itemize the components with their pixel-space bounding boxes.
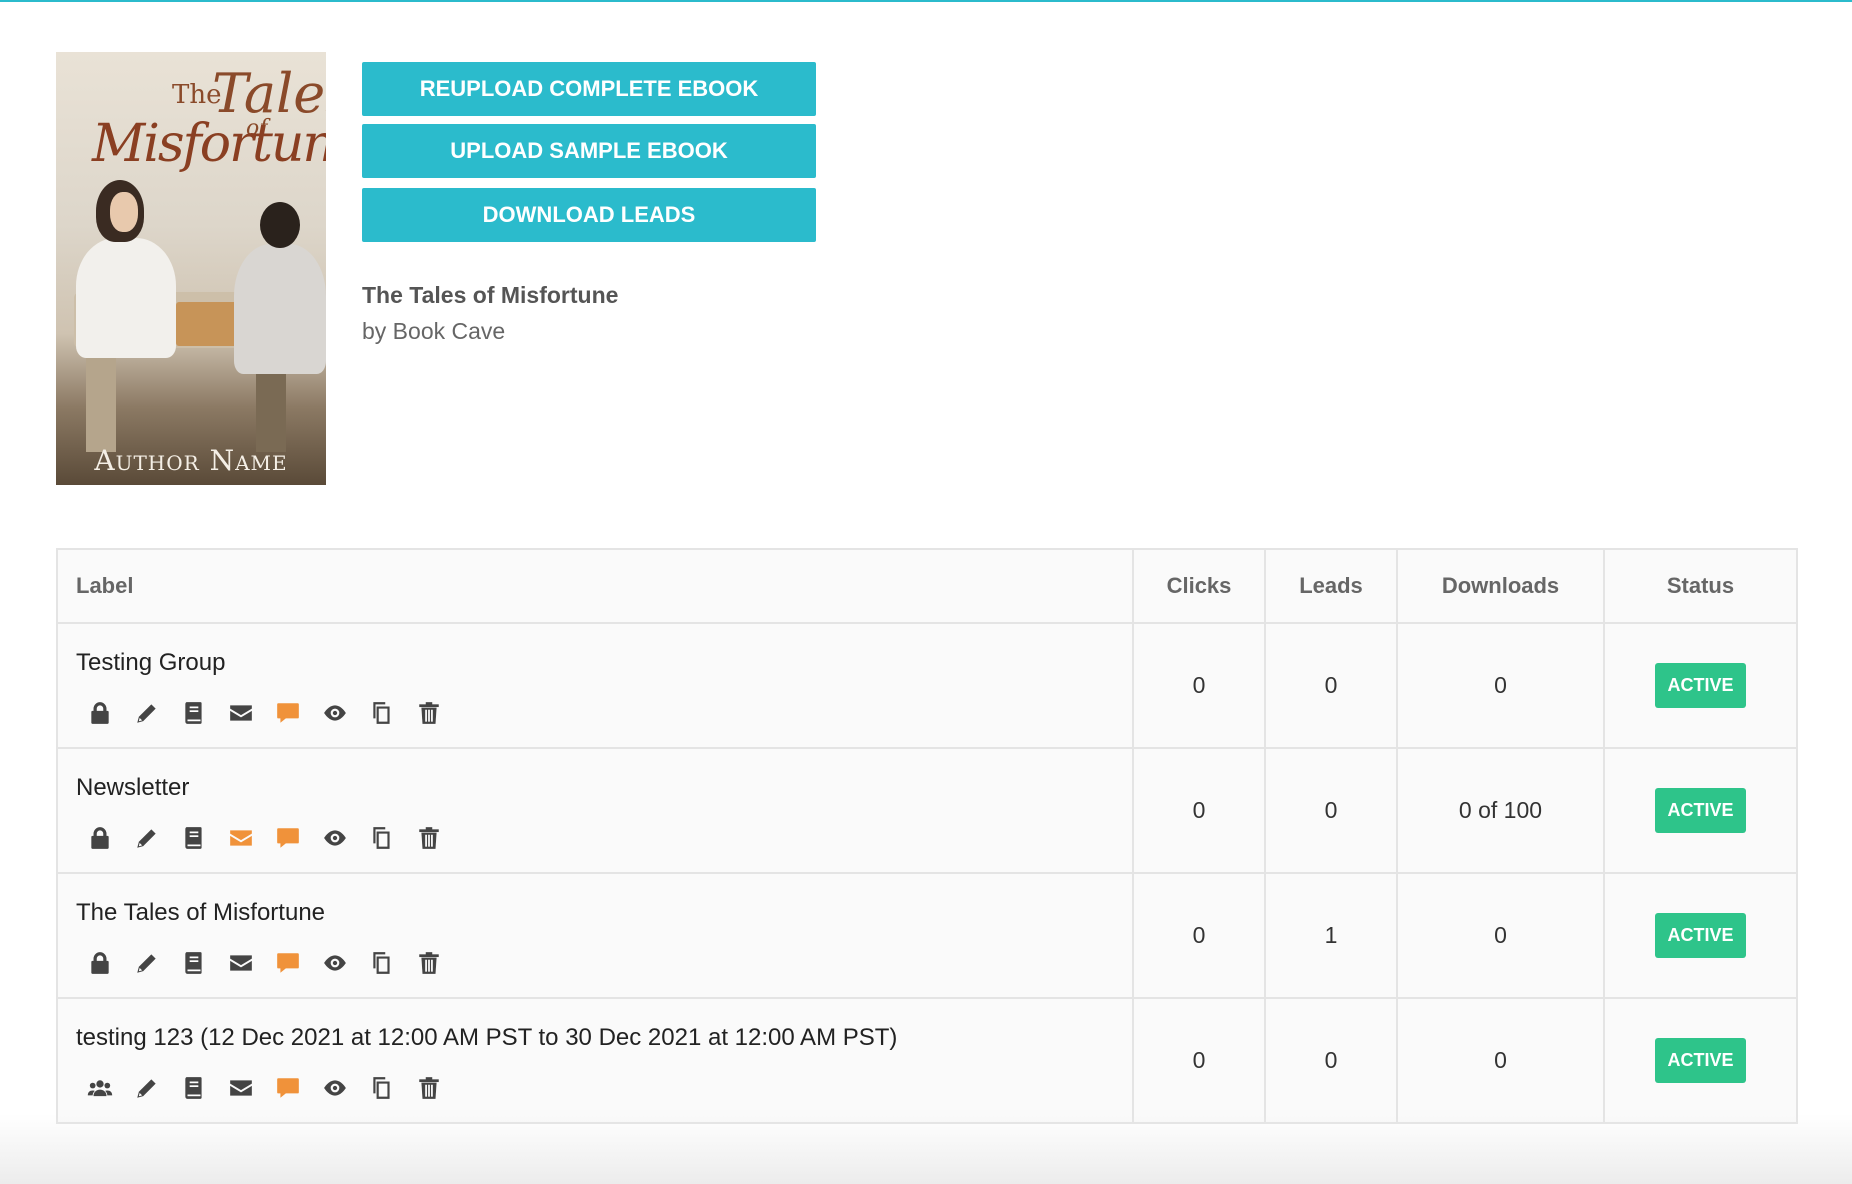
row-leads: 0: [1264, 622, 1398, 749]
row-status-cell: ACTIVE: [1603, 747, 1798, 874]
book-byline: by Book Cave: [362, 318, 506, 344]
comment-icon[interactable]: [274, 824, 302, 852]
top-accent-line: [0, 0, 1852, 2]
book-icon[interactable]: [180, 699, 208, 727]
lock-icon[interactable]: [86, 699, 114, 727]
copy-icon[interactable]: [368, 699, 396, 727]
row-label: Testing Group: [76, 649, 226, 676]
status-badge[interactable]: ACTIVE: [1655, 663, 1746, 708]
upload-sample-ebook-button[interactable]: UPLOAD SAMPLE EBOOK: [362, 124, 816, 178]
row-leads: 1: [1264, 872, 1398, 999]
copy-icon[interactable]: [368, 949, 396, 977]
cover-boy: [234, 244, 326, 374]
trash-icon[interactable]: [415, 1074, 443, 1102]
cover-girl: [76, 238, 176, 358]
trash-icon[interactable]: [415, 824, 443, 852]
status-badge[interactable]: ACTIVE: [1655, 913, 1746, 958]
row-label-cell: testing 123 (12 Dec 2021 at 12:00 AM PST…: [56, 997, 1134, 1124]
row-label-cell: Testing Group: [56, 622, 1134, 749]
envelope-icon[interactable]: [227, 1074, 255, 1102]
copy-icon[interactable]: [368, 824, 396, 852]
header-status: Status: [1603, 548, 1798, 624]
cover-bench-leg: [86, 342, 116, 452]
book-icon[interactable]: [180, 1074, 208, 1102]
row-leads: 0: [1264, 997, 1398, 1124]
row-clicks: 0: [1132, 622, 1266, 749]
row-downloads: 0: [1396, 622, 1605, 749]
row-actions: [86, 1074, 1131, 1102]
row-downloads: 0: [1396, 997, 1605, 1124]
comment-icon[interactable]: [274, 949, 302, 977]
pencil-icon[interactable]: [133, 824, 161, 852]
book-icon[interactable]: [180, 824, 208, 852]
users-icon[interactable]: [86, 1074, 114, 1102]
cover-author-name: Author Name: [94, 444, 288, 477]
landing-pages-table: Label Clicks Leads Downloads Status Test…: [56, 548, 1798, 1124]
table-header-row: Label Clicks Leads Downloads Status: [56, 548, 1798, 624]
table-row: testing 123 (12 Dec 2021 at 12:00 AM PST…: [56, 997, 1798, 1124]
row-downloads: 0 of 100: [1396, 747, 1605, 874]
row-leads: 0: [1264, 747, 1398, 874]
download-leads-button[interactable]: DOWNLOAD LEADS: [362, 188, 816, 242]
row-actions: [86, 949, 1131, 977]
row-label: Newsletter: [76, 774, 190, 801]
cover-boy-head: [260, 202, 300, 248]
header-clicks: Clicks: [1132, 548, 1266, 624]
pencil-icon[interactable]: [133, 949, 161, 977]
row-downloads: 0: [1396, 872, 1605, 999]
comment-icon[interactable]: [274, 1074, 302, 1102]
row-actions: [86, 824, 1131, 852]
row-label: The Tales of Misfortune: [76, 899, 326, 926]
row-status-cell: ACTIVE: [1603, 872, 1798, 999]
eye-icon[interactable]: [321, 699, 349, 727]
table-row: Testing Group 0 0 0 ACTIVE: [56, 622, 1798, 749]
row-actions: [86, 699, 1131, 727]
copy-icon[interactable]: [368, 1074, 396, 1102]
book-title: The Tales of Misfortune: [362, 282, 619, 308]
status-badge[interactable]: ACTIVE: [1655, 1038, 1746, 1083]
status-badge[interactable]: ACTIVE: [1655, 788, 1746, 833]
row-clicks: 0: [1132, 747, 1266, 874]
cover-title-misfortune: Misfortune: [92, 114, 326, 174]
eye-icon[interactable]: [321, 949, 349, 977]
row-clicks: 0: [1132, 997, 1266, 1124]
envelope-icon[interactable]: [227, 824, 255, 852]
pencil-icon[interactable]: [133, 699, 161, 727]
lock-icon[interactable]: [86, 824, 114, 852]
reupload-complete-ebook-button[interactable]: REUPLOAD COMPLETE EBOOK: [362, 62, 816, 116]
row-label: testing 123 (12 Dec 2021 at 12:00 AM PST…: [76, 1024, 898, 1051]
bottom-fade: [0, 1114, 1852, 1184]
envelope-icon[interactable]: [227, 699, 255, 727]
cover-girl-face: [110, 192, 138, 232]
envelope-icon[interactable]: [227, 949, 255, 977]
eye-icon[interactable]: [321, 824, 349, 852]
book-icon[interactable]: [180, 949, 208, 977]
pencil-icon[interactable]: [133, 1074, 161, 1102]
trash-icon[interactable]: [415, 699, 443, 727]
table-row: Newsletter 0 0 0 of 100 ACTIVE: [56, 747, 1798, 874]
lock-icon[interactable]: [86, 949, 114, 977]
comment-icon[interactable]: [274, 699, 302, 727]
row-label-cell: Newsletter: [56, 747, 1134, 874]
header-label: Label: [56, 548, 1134, 624]
row-clicks: 0: [1132, 872, 1266, 999]
row-status-cell: ACTIVE: [1603, 997, 1798, 1124]
header-leads: Leads: [1264, 548, 1398, 624]
table-row: The Tales of Misfortune 0 1 0 ACTIVE: [56, 872, 1798, 999]
header-downloads: Downloads: [1396, 548, 1605, 624]
row-status-cell: ACTIVE: [1603, 622, 1798, 749]
trash-icon[interactable]: [415, 949, 443, 977]
row-label-cell: The Tales of Misfortune: [56, 872, 1134, 999]
book-cover: The Tales of Misfortune Author Name: [56, 52, 326, 485]
eye-icon[interactable]: [321, 1074, 349, 1102]
